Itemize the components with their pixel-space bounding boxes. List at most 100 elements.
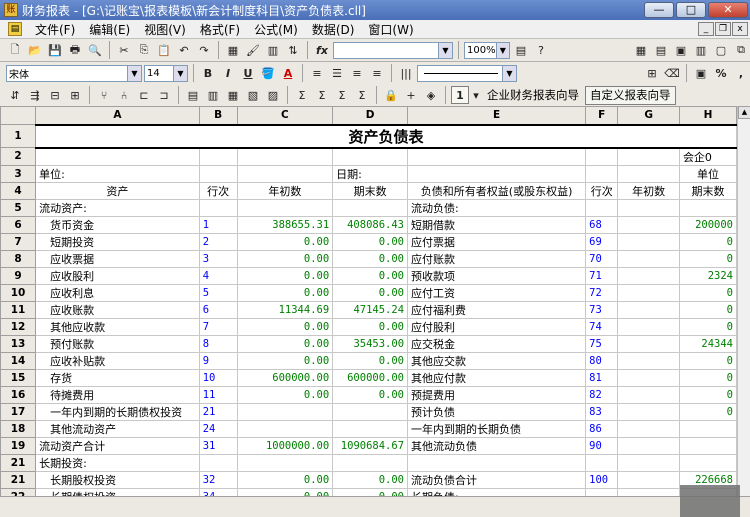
row-header[interactable]: 10 [0, 283, 37, 302]
menu-edit[interactable]: 编辑(E) [82, 21, 137, 38]
cell[interactable]: 会企0 [678, 147, 737, 166]
amount-cell[interactable] [236, 453, 334, 472]
cell[interactable] [236, 164, 334, 183]
amount-cell[interactable] [617, 215, 680, 234]
amount-cell[interactable]: 0.00 [236, 249, 334, 268]
line-number[interactable]: 4 [198, 266, 238, 285]
sheet-e-icon[interactable]: ▨ [264, 86, 282, 104]
line-number[interactable]: 69 [585, 232, 619, 251]
amount-cell[interactable] [617, 436, 680, 455]
column-header[interactable]: H [678, 106, 737, 125]
item-label[interactable]: 应付票据 [407, 232, 587, 251]
item-label[interactable]: 其他流动负债 [407, 436, 587, 455]
unit-label[interactable]: 单位: [35, 164, 200, 183]
amount-cell[interactable]: 0 [678, 300, 737, 319]
item-label[interactable]: 应付股利 [407, 317, 587, 336]
line-number[interactable]: 31 [198, 436, 238, 455]
align-left-icon[interactable]: ≡ [308, 64, 326, 82]
amount-cell[interactable]: 0.00 [236, 487, 334, 496]
format-painter-icon[interactable]: 🖌 [244, 41, 262, 59]
amount-cell[interactable] [617, 453, 680, 472]
row-header[interactable]: 1 [0, 124, 37, 148]
row-header[interactable]: 2 [0, 147, 37, 166]
amount-cell[interactable] [236, 198, 334, 217]
row-header[interactable]: 14 [0, 351, 37, 370]
amount-cell[interactable] [617, 232, 680, 251]
column-title[interactable]: 资产 [35, 181, 200, 200]
sheet-c-icon[interactable]: ▦ [224, 86, 242, 104]
split-icon[interactable]: ⊞ [66, 86, 84, 104]
open-icon[interactable]: 📂 [26, 41, 44, 59]
amount-cell[interactable]: 0 [678, 232, 737, 251]
amount-cell[interactable] [617, 266, 680, 285]
line-number[interactable]: 72 [585, 283, 619, 302]
row-header[interactable]: 18 [0, 419, 37, 438]
amount-cell[interactable]: 11344.69 [236, 300, 334, 319]
cell[interactable] [35, 147, 200, 166]
sum-icon[interactable]: Σ [293, 86, 311, 104]
amount-cell[interactable]: 0 [678, 317, 737, 336]
line-number[interactable]: 68 [585, 215, 619, 234]
item-label[interactable]: 长期债权投资 [35, 487, 200, 496]
close-button[interactable]: ✕ [708, 2, 748, 18]
line-number[interactable]: 11 [198, 385, 238, 404]
amount-cell[interactable]: 0.00 [332, 385, 409, 404]
insert-table-icon[interactable]: ▦ [224, 41, 242, 59]
line-number[interactable]: 74 [585, 317, 619, 336]
line-number[interactable]: 6 [198, 300, 238, 319]
amount-cell[interactable] [617, 334, 680, 353]
font-name-select[interactable]: 宋体 ▼ [6, 64, 142, 82]
cell[interactable] [617, 164, 680, 183]
financial-report-wizard-button[interactable]: 企业财务报表向导 [483, 86, 583, 105]
chevron-down-icon[interactable]: ▾ [471, 86, 481, 104]
line-number[interactable]: 70 [585, 249, 619, 268]
add-icon[interactable]: + [402, 86, 420, 104]
column-title[interactable]: 期末数 [332, 181, 409, 200]
line-number[interactable] [585, 487, 619, 496]
row-header[interactable]: 4 [0, 181, 37, 200]
print-preview-icon[interactable]: 🔍 [86, 41, 104, 59]
align-justify-icon[interactable]: ☰ [328, 64, 346, 82]
amount-cell[interactable] [617, 470, 680, 489]
copy-icon[interactable]: ⎘ [135, 41, 153, 59]
amount-cell[interactable] [678, 419, 737, 438]
item-label[interactable]: 其他应付款 [407, 368, 587, 387]
menu-data[interactable]: 数据(D) [305, 21, 362, 38]
item-label[interactable]: 流动负债: [407, 198, 587, 217]
cell[interactable] [198, 164, 238, 183]
amount-cell[interactable] [332, 198, 409, 217]
cell[interactable] [617, 147, 680, 166]
print-icon[interactable]: 🖶 [66, 41, 84, 59]
column-title[interactable]: 行次 [585, 181, 619, 200]
amount-cell[interactable] [617, 487, 680, 496]
amount-cell[interactable] [678, 198, 737, 217]
item-label[interactable]: 长期投资: [35, 453, 200, 472]
column-title[interactable]: 负债和所有者权益(或股东权益) [407, 181, 587, 200]
item-label[interactable]: 预收款项 [407, 266, 587, 285]
line-number[interactable] [198, 198, 238, 217]
row-header[interactable]: 9 [0, 266, 37, 285]
item-label[interactable]: 应收利息 [35, 283, 200, 302]
sum-all-icon[interactable]: Σ [353, 86, 371, 104]
align-center-icon[interactable]: ≡ [348, 64, 366, 82]
cell[interactable] [407, 147, 587, 166]
item-label[interactable]: 应交税金 [407, 334, 587, 353]
column-header[interactable]: G [617, 106, 680, 125]
item-label[interactable]: 长期负债: [407, 487, 587, 496]
amount-cell[interactable]: 0.00 [236, 334, 334, 353]
item-label[interactable]: 长期股权投资 [35, 470, 200, 489]
amount-cell[interactable] [236, 402, 334, 421]
line-number[interactable]: 75 [585, 334, 619, 353]
formula-input[interactable]: ▼ [333, 41, 453, 59]
amount-cell[interactable]: 0 [678, 385, 737, 404]
layout-icon[interactable]: ▤ [652, 41, 670, 59]
group-icon[interactable]: ⊐ [155, 86, 173, 104]
line-number[interactable]: 83 [585, 402, 619, 421]
minimize-button[interactable]: — [644, 2, 674, 18]
line-style-select[interactable]: ▼ [417, 64, 517, 82]
line-number[interactable] [198, 453, 238, 472]
font-size-select[interactable]: 14 ▼ [144, 64, 188, 82]
amount-cell[interactable]: 0.00 [332, 283, 409, 302]
font-color-button[interactable]: A [279, 64, 297, 82]
border-icon[interactable]: ⊞ [643, 64, 661, 82]
